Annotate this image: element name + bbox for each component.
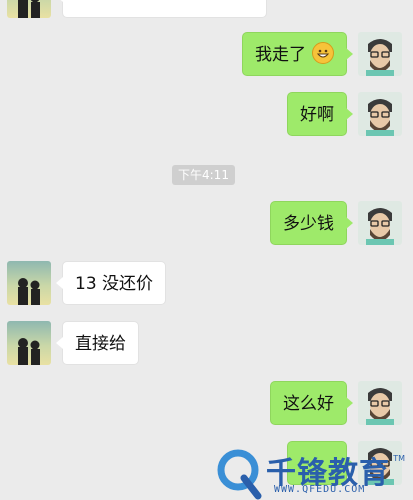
my-avatar[interactable] [358, 92, 402, 136]
message-row-outgoing: 我走了 [0, 32, 413, 76]
message-row-incoming: 直接给 [0, 321, 413, 365]
message-text: 这么好 [283, 394, 334, 414]
grinning-face-emoji [312, 42, 334, 64]
contact-avatar[interactable] [7, 321, 51, 365]
message-bubble-incoming[interactable]: 直接给 [56, 321, 139, 365]
message-row-outgoing: 这么好 [0, 381, 413, 425]
message-bubble-outgoing[interactable]: 好啊 [287, 92, 353, 136]
message-bubble-incoming[interactable] [56, 0, 267, 18]
message-text: 多少钱 [283, 214, 334, 234]
message-text: 我走了 [255, 45, 306, 65]
message-row-outgoing: 多少钱 [0, 201, 413, 245]
contact-avatar[interactable] [7, 261, 51, 305]
message-bubble-incoming[interactable]: 13 没还价 [55, 261, 167, 305]
watermark-trademark: TM [393, 454, 405, 463]
contact-avatar[interactable] [7, 0, 51, 18]
my-avatar[interactable] [358, 32, 402, 76]
watermark-url: WWW.QFEDU.COM [274, 484, 366, 495]
q-logo-icon [217, 449, 262, 500]
message-row-outgoing: 好啊 [0, 92, 413, 136]
message-bubble-outgoing[interactable]: 这么好 [270, 381, 353, 425]
message-bubble-outgoing[interactable]: 我走了 [242, 32, 353, 76]
message-row-incoming-partial [0, 0, 413, 18]
message-text: 好啊 [300, 105, 334, 125]
watermark-logo: 千锋教育 TM WWW.QFEDU.COM [214, 446, 413, 500]
my-avatar[interactable] [358, 381, 402, 425]
message-row-incoming: 13 没还价 [0, 261, 413, 305]
message-bubble-outgoing[interactable]: 多少钱 [270, 201, 353, 245]
timestamp-label: 下午4:11 [172, 165, 235, 185]
my-avatar[interactable] [358, 201, 402, 245]
message-text: 直接给 [75, 334, 126, 354]
message-text: 13 没还价 [75, 274, 154, 294]
